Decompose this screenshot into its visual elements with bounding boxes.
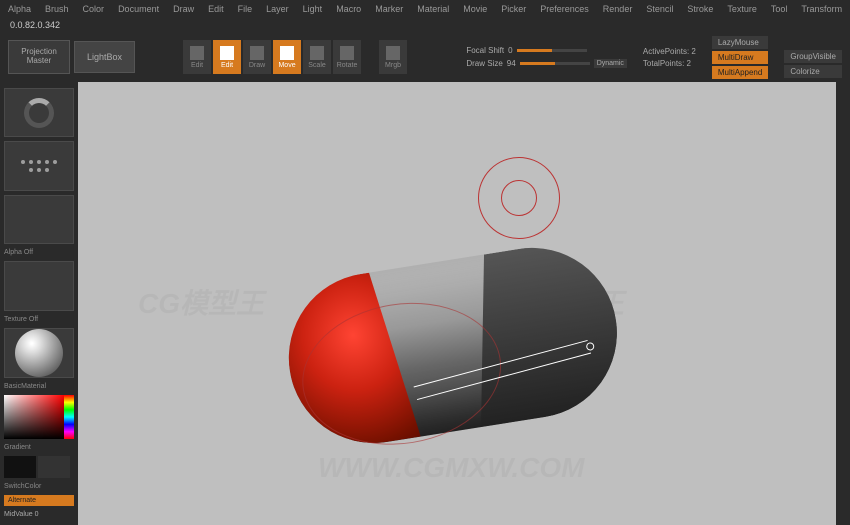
alpha-slot[interactable]	[4, 195, 74, 244]
stroke-preview-slot[interactable]	[4, 141, 74, 190]
stroke-dots-icon	[19, 160, 59, 172]
colorize-button[interactable]: Colorize	[784, 65, 842, 78]
tool-rotate-button[interactable]: Rotate	[333, 40, 361, 74]
menu-texture[interactable]: Texture	[727, 4, 757, 14]
texture-off-label: Texture Off	[4, 315, 74, 324]
swatch-secondary[interactable]	[38, 456, 70, 478]
edit-icon	[220, 46, 234, 60]
midvalue-label: MidValue 0	[4, 510, 74, 519]
swatch-primary[interactable]	[4, 456, 36, 478]
brush-cursor-inner	[501, 180, 537, 216]
focal-bar	[517, 49, 587, 52]
menu-render[interactable]: Render	[603, 4, 633, 14]
alpha-off-label: Alpha Off	[4, 248, 74, 257]
lazy-opts: LazyMouse MultiDraw MultiAppend	[712, 36, 768, 79]
projection-master-button[interactable]: Projection Master	[8, 40, 70, 74]
right-gutter	[836, 82, 850, 525]
alternate-button[interactable]: Alternate	[4, 495, 74, 506]
gradient-label: Gradient	[4, 443, 74, 452]
mrgb-icon	[386, 46, 400, 60]
menu-file[interactable]: File	[238, 4, 253, 14]
menu-transform[interactable]: Transform	[801, 4, 842, 14]
menu-edit[interactable]: Edit	[208, 4, 224, 14]
menu-layer[interactable]: Layer	[266, 4, 289, 14]
menu-brush[interactable]: Brush	[45, 4, 69, 14]
menu-stroke[interactable]: Stroke	[687, 4, 713, 14]
material-slot[interactable]	[4, 328, 74, 378]
draw-icon	[250, 46, 264, 60]
menu-draw[interactable]: Draw	[173, 4, 194, 14]
switchcolor-label[interactable]: SwitchColor	[4, 482, 74, 491]
mode-buttons: EditEditDrawMoveScaleRotate	[183, 40, 361, 74]
rotate-icon	[340, 46, 354, 60]
color-hue-strip[interactable]	[64, 395, 74, 439]
lightbox-button[interactable]: LightBox	[74, 41, 135, 73]
menu-alpha[interactable]: Alpha	[8, 4, 31, 14]
menu-macro[interactable]: Macro	[336, 4, 361, 14]
groupvisible-button[interactable]: GroupVisible	[784, 50, 842, 63]
tool-edit-button[interactable]: Edit	[213, 40, 241, 74]
menu-stencil[interactable]: Stencil	[646, 4, 673, 14]
main-toolbar: Projection Master LightBox EditEditDrawM…	[0, 32, 850, 82]
menu-material[interactable]: Material	[417, 4, 449, 14]
menu-movie[interactable]: Movie	[463, 4, 487, 14]
brush-preview-slot[interactable]	[4, 88, 74, 137]
menu-marker[interactable]: Marker	[375, 4, 403, 14]
tool-scale-button[interactable]: Scale	[303, 40, 331, 74]
point-counts: ActivePoints: 2 TotalPoints: 2	[643, 47, 696, 68]
brush-sliders: Focal Shift 0 Draw Size 94 Dynamic	[466, 46, 627, 68]
left-sidebar: Alpha Off Texture Off BasicMaterial Grad…	[0, 82, 78, 525]
tool-draw-button[interactable]: Draw	[243, 40, 271, 74]
menu-light[interactable]: Light	[303, 4, 323, 14]
material-label: BasicMaterial	[4, 382, 74, 391]
drawsize-bar	[520, 62, 590, 65]
brush-ring-icon	[24, 98, 54, 128]
swatch-row	[4, 456, 74, 478]
multiappend-button[interactable]: MultiAppend	[712, 66, 768, 79]
lazymouse-button[interactable]: LazyMouse	[712, 36, 768, 49]
multidraw-button[interactable]: MultiDraw	[712, 51, 768, 64]
menu-color[interactable]: Color	[83, 4, 105, 14]
color-picker[interactable]	[4, 395, 74, 439]
menu-picker[interactable]: Picker	[501, 4, 526, 14]
tool-move-button[interactable]: Move	[273, 40, 301, 74]
more-opts: GroupVisible Colorize	[784, 36, 842, 78]
edit-icon	[190, 46, 204, 60]
model-capsule[interactable]	[214, 210, 672, 485]
menu-document[interactable]: Document	[118, 4, 159, 14]
draw-size-slider[interactable]: Draw Size 94 Dynamic	[466, 59, 627, 68]
mrgb-button[interactable]: Mrgb	[379, 40, 407, 74]
focal-shift-slider[interactable]: Focal Shift 0	[466, 46, 627, 55]
color-saturation-area[interactable]	[4, 395, 64, 439]
viewport[interactable]: CG模型王 CG模型王 WWW.CGMXW.COM	[78, 82, 836, 525]
material-sphere-icon	[15, 329, 63, 377]
version-label: 0.0.82.0.342	[0, 18, 850, 32]
menu-bar: Alpha Brush Color Document Draw Edit File Layer…	[0, 0, 850, 18]
texture-slot[interactable]	[4, 261, 74, 310]
menu-tool[interactable]: Tool	[771, 4, 788, 14]
tool-edit-button[interactable]: Edit	[183, 40, 211, 74]
scale-icon	[310, 46, 324, 60]
menu-preferences[interactable]: Preferences	[540, 4, 589, 14]
move-icon	[280, 46, 294, 60]
dynamic-toggle[interactable]: Dynamic	[594, 59, 627, 68]
